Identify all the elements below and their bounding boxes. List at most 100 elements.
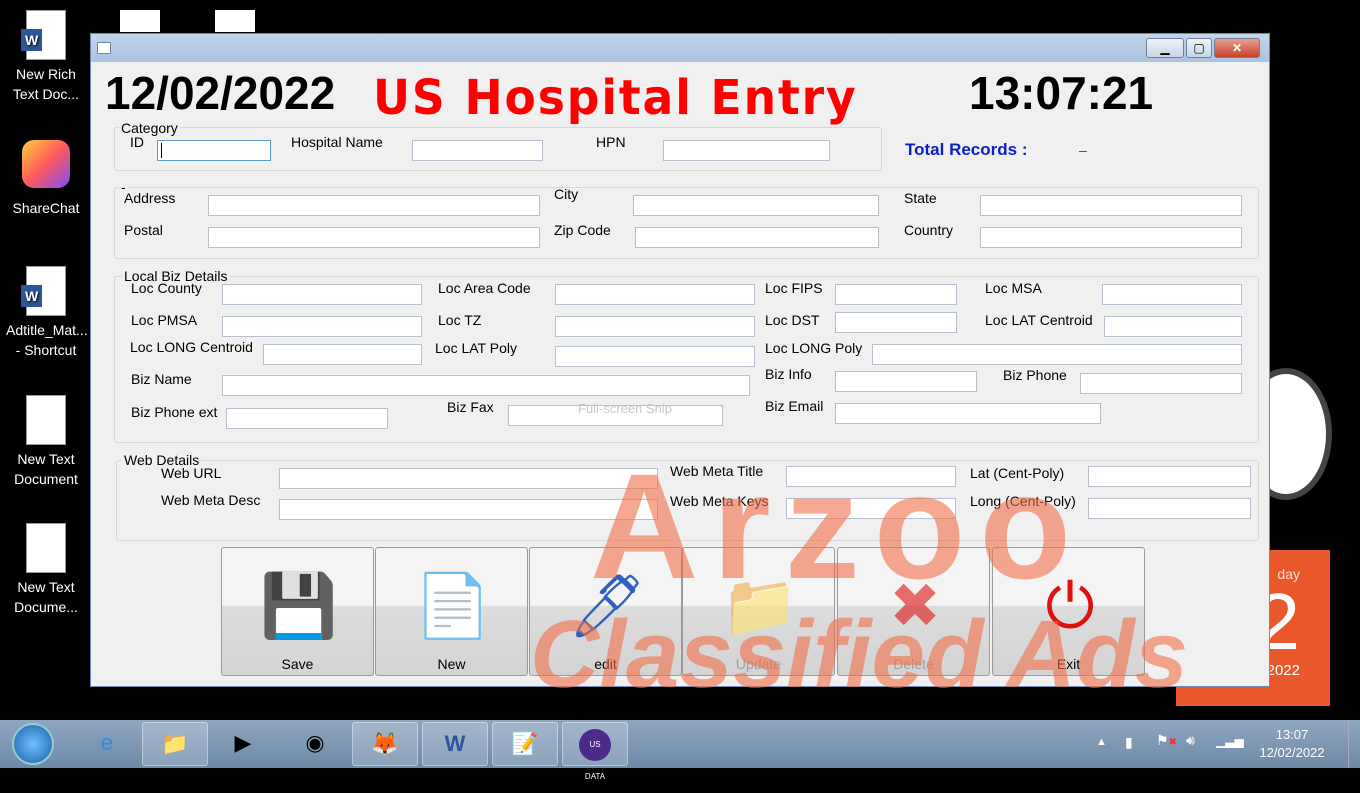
power-icon[interactable]: ▮ [1125,734,1133,751]
loc-pmsa-input[interactable] [222,316,422,337]
new-button[interactable]: 📄 New [375,547,528,676]
loc-dst-label: Loc DST [765,312,820,328]
doc-icon-top-2[interactable] [215,10,255,32]
taskbar-word[interactable]: W [422,722,488,766]
minimize-button[interactable]: ▁ [1146,38,1184,58]
exit-button[interactable]: ⏻ Exit [992,547,1145,676]
long-cent-poly-label: Long (Cent-Poly) [970,493,1076,509]
web-url-input[interactable] [279,468,658,489]
loc-lat-poly-label: Loc LAT Poly [435,340,517,356]
red-x-icon: ✖ [889,572,941,641]
biz-phone-ext-label: Biz Phone ext [131,404,218,420]
maximize-button[interactable]: ▢ [1186,38,1212,58]
delete-button[interactable]: ✖ Delete [837,547,990,676]
postal-input[interactable] [208,227,540,248]
desktop-icon-new-text-document-2[interactable]: New Text Docume... [6,523,86,617]
loc-tz-input[interactable] [555,316,755,337]
hospital-entry-window: ▁ ▢ ✕ 12/02/2022 US Hospital Entry 13:07… [90,33,1270,687]
loc-long-centroid-input[interactable] [263,344,422,365]
title-bar[interactable]: ▁ ▢ ✕ [91,34,1269,62]
loc-county-label: Loc County [131,280,202,296]
taskbar-notepad[interactable]: 📝 [492,722,558,766]
desktop-icon-label: New Rich Text Doc... [12,66,80,102]
loc-pmsa-label: Loc PMSA [131,312,198,328]
desktop-icon-sharechat[interactable]: ShareChat [6,140,86,218]
show-hidden-icons-button[interactable]: ▲ [1096,736,1107,748]
city-input[interactable] [633,195,879,216]
button-label: edit [594,656,617,672]
edit-button[interactable]: 🖊 edit [529,547,682,676]
start-button[interactable] [12,723,54,765]
close-button[interactable]: ✕ [1214,38,1260,58]
show-desktop-button[interactable] [1348,720,1360,768]
biz-info-input[interactable] [835,371,977,392]
lat-cent-poly-input[interactable] [1088,466,1251,487]
web-meta-title-label: Web Meta Title [670,463,764,479]
clock-time: 13:07 [1275,727,1309,742]
action-center-icon[interactable]: ⚑✖ [1156,732,1177,749]
current-time: 13:07:21 [969,67,1154,119]
biz-phone-input[interactable] [1080,373,1242,394]
hpn-input[interactable] [663,140,830,161]
doc-icon-top[interactable] [120,10,160,32]
address-input[interactable] [208,195,540,216]
refresh-folder-icon: 📁 [721,572,799,641]
id-label: ID [130,134,144,150]
save-button[interactable]: 💾 Save [221,547,374,676]
taskbar-explorer[interactable]: 📁 [142,722,208,766]
biz-email-label: Biz Email [765,398,824,414]
country-label: Country [904,222,954,238]
taskbar-chrome[interactable]: ◉ [282,722,348,766]
loc-county-input[interactable] [222,284,422,305]
hospital-name-input[interactable] [412,140,543,161]
taskbar-firefox[interactable]: 🦊 [352,722,418,766]
web-meta-title-input[interactable] [786,466,956,487]
biz-name-input[interactable] [222,375,750,396]
button-label: Exit [1056,656,1081,672]
loc-fips-input[interactable] [835,284,957,305]
current-date: 12/02/2022 [105,67,336,119]
biz-phone-ext-input[interactable] [226,408,388,429]
loc-long-poly-input[interactable] [872,344,1242,365]
loc-tz-label: Loc TZ [438,312,482,328]
button-label: Delete [893,656,934,672]
web-meta-keys-label: Web Meta Keys [670,493,769,509]
address-label: Address [124,190,176,206]
taskbar-us-data[interactable]: US DATA [562,722,628,781]
lat-cent-poly-label: Lat (Cent-Poly) [970,465,1065,481]
clock-date: 12/02/2022 [1259,745,1325,760]
new-document-icon: 📄 [414,572,492,641]
hospital-name-label: Hospital Name [291,134,383,150]
loc-area-code-label: Loc Area Code [438,280,531,296]
hpn-label: HPN [596,134,626,150]
zip-code-label: Zip Code [554,222,611,238]
page-title: US Hospital Entry [373,70,858,126]
biz-fax-label: Biz Fax [447,399,494,415]
desktop-icon-adtitle-shortcut[interactable]: Adtitle_Mat... - Shortcut [6,266,88,360]
loc-area-code-input[interactable] [555,284,755,305]
biz-email-input[interactable] [835,403,1101,424]
volume-icon[interactable]: 🔊︎ [1186,732,1195,749]
city-label: City [554,186,579,202]
taskbar-ie[interactable]: e [74,722,140,766]
long-cent-poly-input[interactable] [1088,498,1251,519]
network-icon[interactable]: ▁▃▅ [1216,734,1244,748]
desktop-icon-new-text-document[interactable]: New Text Document [6,395,86,489]
desktop-icon-label: ShareChat [12,200,80,216]
loc-msa-input[interactable] [1102,284,1242,305]
country-input[interactable] [980,227,1242,248]
loc-lat-centroid-input[interactable] [1104,316,1242,337]
update-button[interactable]: 📁 Update [682,547,835,676]
taskbar-media-player[interactable]: ▶ [210,722,276,766]
sharechat-icon [22,140,70,188]
web-meta-keys-input[interactable] [786,498,956,519]
state-input[interactable] [980,195,1242,216]
taskbar-clock[interactable]: 13:07 12/02/2022 [1252,726,1332,762]
desktop-icon-new-rich-text[interactable]: New Rich Text Doc... [6,10,86,104]
web-meta-desc-input[interactable] [279,499,658,520]
zip-code-input[interactable] [635,227,879,248]
loc-msa-label: Loc MSA [985,280,1042,296]
id-input[interactable] [157,140,271,161]
loc-dst-input[interactable] [835,312,957,333]
loc-lat-poly-input[interactable] [555,346,755,367]
